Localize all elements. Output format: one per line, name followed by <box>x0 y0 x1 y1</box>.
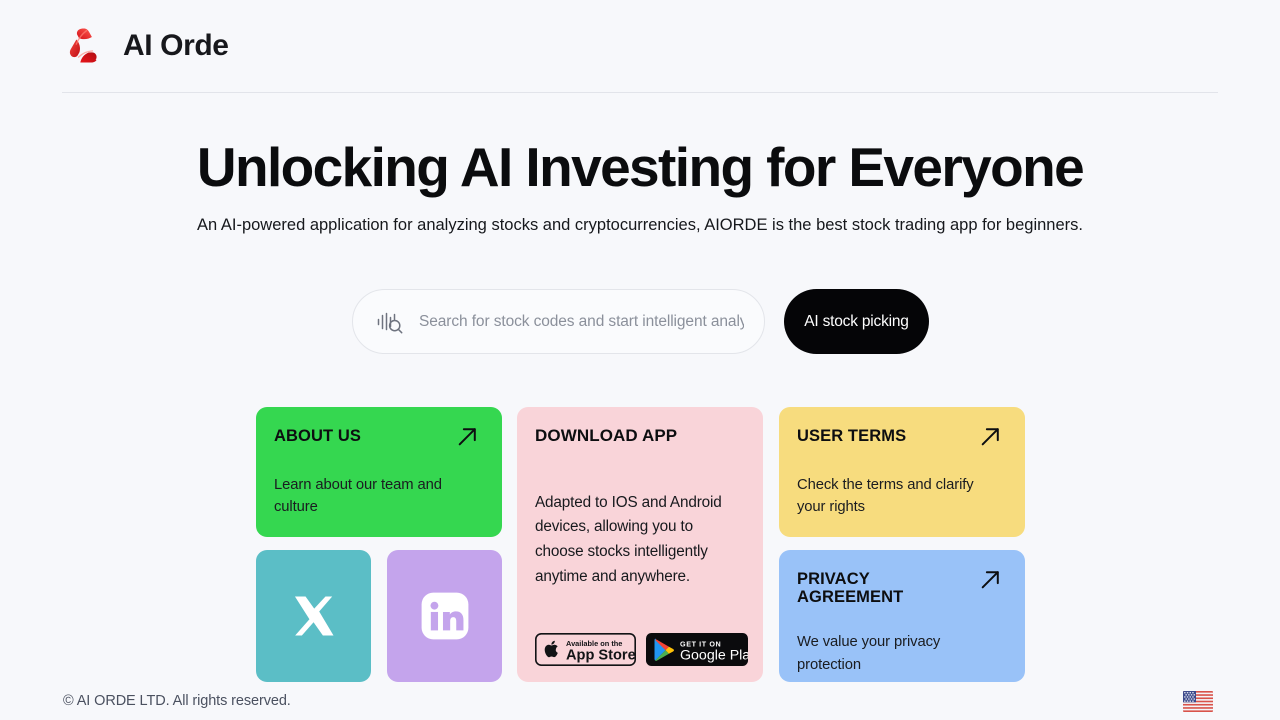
hero-section: Unlocking AI Investing for Everyone An A… <box>0 136 1280 237</box>
search-input[interactable] <box>419 312 744 331</box>
ai-stock-picking-button[interactable]: AI stock picking <box>784 289 929 354</box>
brand-name: AI Orde <box>123 29 229 62</box>
footer-copyright: © AI ORDE LTD. All rights reserved. <box>63 693 291 709</box>
page-title: Unlocking AI Investing for Everyone <box>196 136 1085 198</box>
aiorde-triangle-logo-icon <box>69 28 97 63</box>
card-privacy-agreement[interactable]: PRIVACY AGREEMENT We value your privacy … <box>779 550 1025 682</box>
card-title: USER TERMS <box>797 427 907 445</box>
google-play-badge[interactable]: GET IT ON Google Play <box>646 633 748 666</box>
search-box[interactable] <box>352 289 765 354</box>
card-download-app[interactable]: DOWNLOAD APP Adapted to IOS and Android … <box>517 407 763 682</box>
card-title: PRIVACY AGREEMENT <box>797 570 904 607</box>
waveform-search-icon <box>377 312 403 333</box>
social-link-x[interactable] <box>256 550 371 682</box>
card-header: DOWNLOAD APP <box>535 426 741 446</box>
arrow-up-right-icon <box>981 571 999 589</box>
page-subtitle: An AI-powered application for analyzing … <box>197 216 1083 235</box>
card-title: DOWNLOAD APP <box>535 426 678 445</box>
linkedin-icon <box>421 592 468 640</box>
store-badge-group: Available on the App Store GET IT ON Goo… <box>535 633 748 666</box>
x-twitter-icon <box>294 596 333 636</box>
arrow-up-right-icon <box>458 428 476 446</box>
header-divider <box>62 92 1218 93</box>
card-header: PRIVACY AGREEMENT <box>797 570 1003 606</box>
card-about-us[interactable]: ABOUT US Learn about our team and cultur… <box>256 407 502 537</box>
link-card-grid: ABOUT US Learn about our team and cultur… <box>256 407 1025 682</box>
card-header: ABOUT US <box>274 427 480 449</box>
brand-logo-link[interactable]: AI Orde <box>62 24 229 68</box>
app-store-badge[interactable]: Available on the App Store <box>535 633 636 666</box>
card-body: We value your privacy protection <box>797 634 941 673</box>
site-header: AI Orde <box>0 0 1280 92</box>
us-flag-icon[interactable] <box>1183 691 1213 712</box>
card-body: Check the terms and clarify your rights <box>797 477 974 516</box>
social-link-linkedin[interactable] <box>387 550 502 682</box>
card-body: Learn about our team and culture <box>274 477 442 516</box>
card-user-terms[interactable]: USER TERMS Check the terms and clarify y… <box>779 407 1025 537</box>
card-header: USER TERMS <box>797 427 1003 449</box>
card-body: Adapted to IOS and Android devices, allo… <box>535 493 722 585</box>
app-store-large-label: App Store <box>566 647 636 663</box>
search-row: AI stock picking <box>352 289 929 354</box>
card-title: ABOUT US <box>274 427 361 445</box>
google-play-large-label: Google Play <box>680 648 748 664</box>
arrow-up-right-icon <box>981 428 999 446</box>
